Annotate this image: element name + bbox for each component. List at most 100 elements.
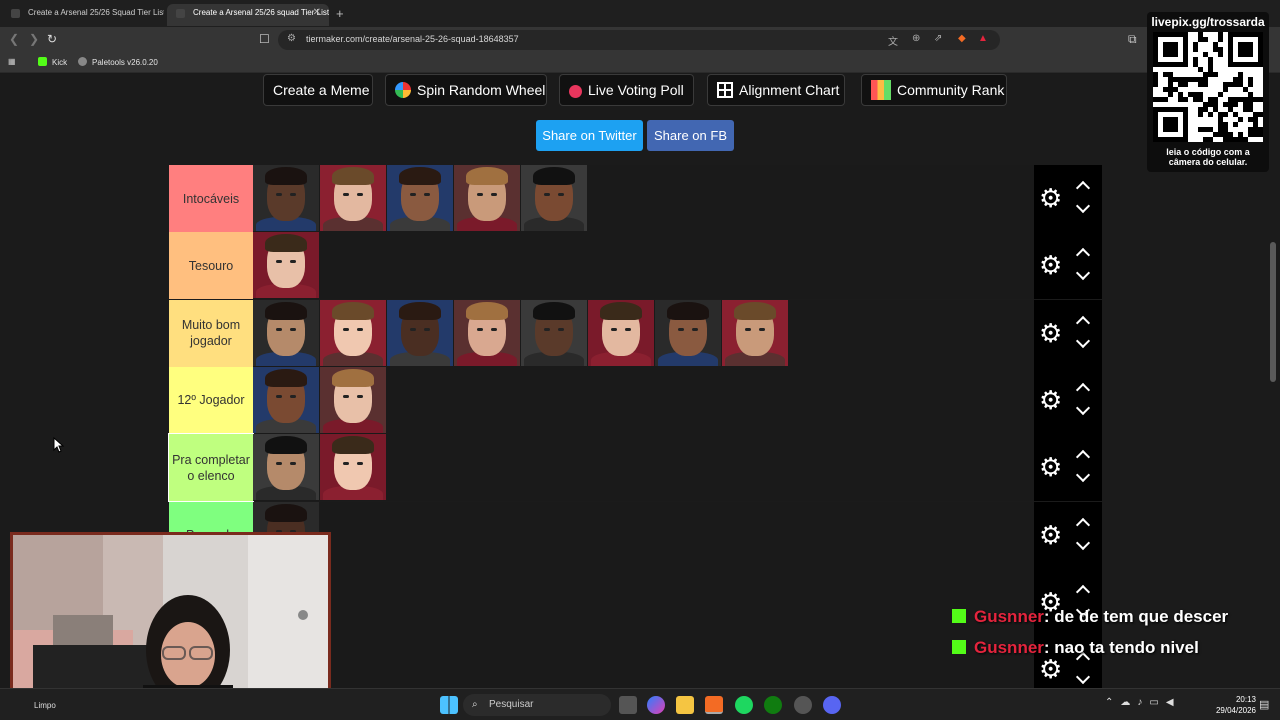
tier-controls: ⚙	[1034, 366, 1102, 434]
new-tab-button[interactable]: +	[336, 6, 344, 21]
player-card[interactable]	[320, 299, 386, 366]
gear-icon[interactable]: ⚙	[1039, 252, 1062, 278]
back-icon[interactable]: ❮	[9, 32, 19, 46]
chevron-down-icon[interactable]	[1074, 338, 1092, 348]
kick-icon	[952, 609, 966, 623]
tier-label[interactable]: Muito bom jogador	[169, 299, 253, 367]
extensions-icon[interactable]: ⧉	[1128, 32, 1137, 47]
brave-rewards-icon[interactable]: ▲	[978, 33, 988, 44]
chevron-down-icon[interactable]	[1074, 472, 1092, 482]
close-tab-icon[interactable]: ✕	[313, 4, 321, 22]
player-card[interactable]	[253, 165, 319, 231]
player-card[interactable]	[722, 299, 788, 366]
player-card[interactable]	[655, 299, 721, 366]
globe-icon	[78, 57, 87, 66]
tier-items-dropzone[interactable]	[253, 568, 1034, 636]
chevron-down-icon[interactable]	[1074, 270, 1092, 280]
scrollbar-thumb[interactable]	[1270, 242, 1276, 382]
address-bar[interactable]: ⚙ tiermaker.com/create/arsenal-25-26-squ…	[278, 30, 1000, 50]
bookmark-paletools[interactable]: Paletools v26.0.20	[78, 57, 158, 67]
tier-items-dropzone[interactable]	[253, 636, 1034, 688]
chevron-down-icon[interactable]	[1074, 405, 1092, 415]
chevron-up-icon[interactable]	[1074, 516, 1092, 526]
gear-icon[interactable]: ⚙	[1039, 320, 1062, 346]
gear-icon[interactable]: ⚙	[1039, 454, 1062, 480]
system-tray-icons[interactable]: ⌃☁♪▭◀	[1105, 697, 1181, 708]
discord-icon[interactable]	[823, 696, 841, 714]
player-card[interactable]	[588, 299, 654, 366]
player-card[interactable]	[253, 232, 319, 299]
alignment-chart-button[interactable]: Alignment Chart	[707, 74, 845, 106]
reload-icon[interactable]: ↻	[47, 32, 57, 46]
tier-items-dropzone[interactable]	[253, 501, 1034, 569]
player-card[interactable]	[387, 165, 453, 231]
chevron-down-icon[interactable]	[1074, 203, 1092, 213]
chevron-up-icon[interactable]	[1074, 583, 1092, 593]
tier-items-dropzone[interactable]	[253, 366, 1034, 434]
chevron-up-icon[interactable]	[1074, 448, 1092, 458]
taskbar-clock[interactable]: 20:13 29/04/2026	[1200, 694, 1256, 716]
app-icon[interactable]	[794, 696, 812, 714]
tier-label[interactable]: Pra completar o elenco	[168, 433, 254, 503]
address-toolbar: ❮ ❯ ↻ ☐ ⚙ tiermaker.com/create/arsenal-2…	[0, 27, 1280, 53]
tier-items-dropzone[interactable]	[253, 299, 1034, 367]
share-icon[interactable]: ⇗	[934, 33, 942, 44]
chevron-down-icon[interactable]	[1074, 674, 1092, 684]
player-card[interactable]	[521, 165, 587, 231]
tier-items-dropzone[interactable]	[253, 434, 1034, 502]
brave-shield-icon[interactable]: ◆	[958, 33, 966, 44]
task-view-icon[interactable]	[619, 696, 637, 714]
kick-icon	[38, 57, 47, 66]
spotify-icon[interactable]	[735, 696, 753, 714]
xbox-icon[interactable]	[764, 696, 782, 714]
gear-icon[interactable]: ⚙	[1039, 522, 1062, 548]
spin-wheel-button[interactable]: Spin Random Wheel	[385, 74, 547, 106]
gear-icon[interactable]: ⚙	[1039, 185, 1062, 211]
chevron-up-icon[interactable]	[1074, 381, 1092, 391]
player-card[interactable]	[320, 165, 386, 231]
player-card[interactable]	[320, 434, 386, 501]
tier-items-dropzone[interactable]	[253, 232, 1034, 300]
tier-row: Muito bom jogador ⚙	[169, 299, 1102, 367]
chevron-up-icon[interactable]	[1074, 314, 1092, 324]
start-windows-icon[interactable]	[440, 696, 458, 714]
chevron-down-icon[interactable]	[1074, 540, 1092, 550]
tier-label[interactable]: Intocáveis	[169, 165, 253, 232]
browser-tab[interactable]: Create a Arsenal 25/26 Squad Tier List	[2, 4, 164, 26]
player-card[interactable]	[387, 299, 453, 366]
apps-grid-icon[interactable]: ▦	[8, 57, 16, 66]
share-twitter-button[interactable]: Share on Twitter	[536, 120, 643, 151]
share-fb-button[interactable]: Share on FB	[647, 120, 734, 151]
chevron-up-icon[interactable]	[1074, 246, 1092, 256]
tier-items-dropzone[interactable]	[253, 165, 1034, 232]
zoom-icon[interactable]: ⊕	[912, 33, 920, 44]
player-card[interactable]	[320, 366, 386, 433]
notification-icon[interactable]: ▤	[1259, 698, 1269, 711]
copilot-icon[interactable]	[647, 696, 665, 714]
bookmark-kick[interactable]: Kick	[38, 57, 67, 67]
player-card[interactable]	[454, 165, 520, 231]
translate-icon[interactable]: 文	[888, 33, 898, 48]
gear-icon[interactable]: ⚙	[1039, 656, 1062, 682]
live-voting-poll-button[interactable]: Live Voting Poll	[559, 74, 694, 106]
player-card[interactable]	[253, 366, 319, 433]
site-info-icon[interactable]: ⚙	[287, 33, 296, 44]
create-meme-button[interactable]: Create a Meme	[263, 74, 373, 106]
player-card[interactable]	[253, 299, 319, 366]
file-explorer-icon[interactable]	[676, 696, 694, 714]
browser-tab-active[interactable]: Create a Arsenal 25/26 squad Tier List ✕	[167, 4, 329, 26]
player-card[interactable]	[454, 299, 520, 366]
button-label: Alignment Chart	[739, 82, 840, 98]
forward-icon[interactable]: ❯	[29, 32, 39, 46]
tier-label[interactable]: Tesouro	[169, 232, 253, 300]
player-card[interactable]	[253, 434, 319, 501]
tier-label[interactable]: 12º Jogador	[169, 366, 253, 434]
taskbar-search[interactable]: ⌕ Pesquisar	[463, 694, 611, 716]
chat-message: Gusnner: nao ta tendo nivel	[952, 638, 1199, 658]
brave-browser-icon[interactable]	[705, 696, 723, 714]
bookmark-icon[interactable]: ☐	[259, 32, 270, 46]
chevron-up-icon[interactable]	[1074, 179, 1092, 189]
player-card[interactable]	[521, 299, 587, 366]
community-rank-button[interactable]: Community Rank	[861, 74, 1007, 106]
gear-icon[interactable]: ⚙	[1039, 387, 1062, 413]
